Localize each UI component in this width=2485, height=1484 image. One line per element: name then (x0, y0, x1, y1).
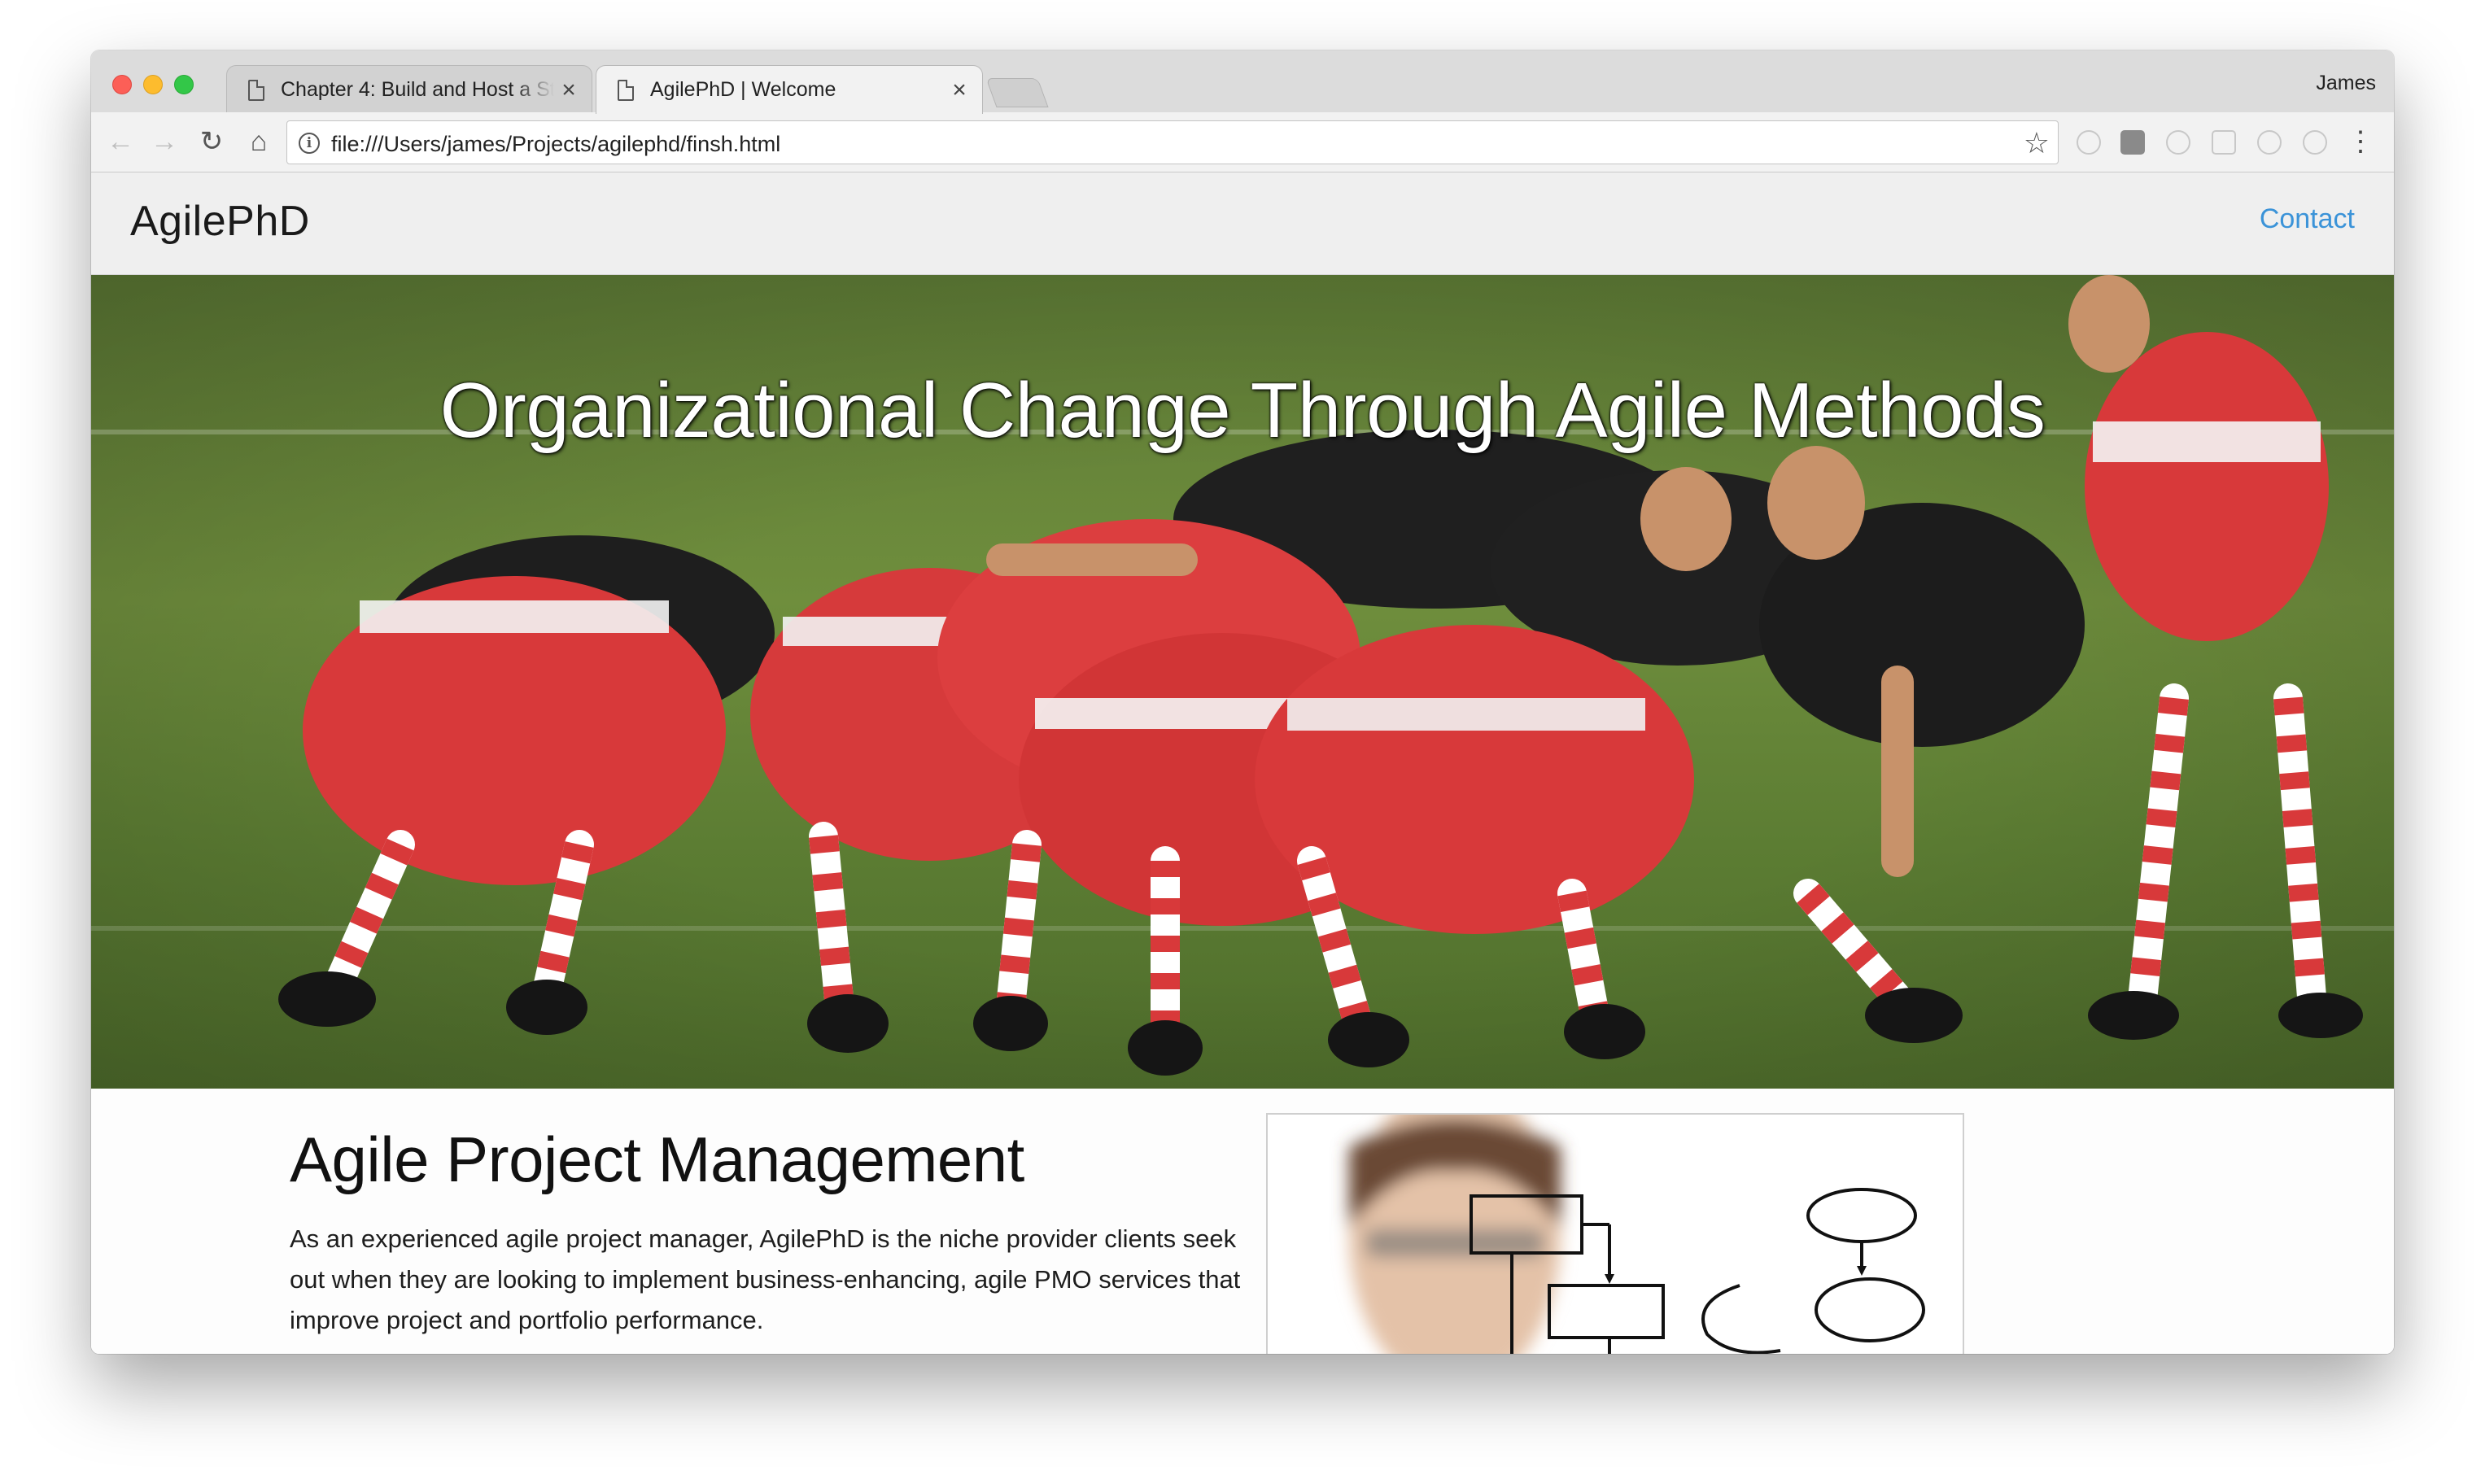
web-page: AgilePhD Contact Organizational Change T… (91, 172, 2394, 1354)
page-icon (618, 79, 634, 101)
page-icon (248, 79, 264, 101)
address-bar[interactable]: i file:///Users/james/Projects/agilephd/… (286, 120, 2059, 164)
flowchart-photo (1266, 1113, 1964, 1354)
site-navbar: AgilePhD Contact (91, 172, 2394, 275)
info-icon[interactable]: i (299, 133, 320, 154)
content-section: Agile Project Management As an experienc… (91, 1089, 2394, 1354)
zoom-window-button[interactable] (174, 75, 194, 94)
tab-chapter-4[interactable]: Chapter 4: Build and Host a St × (226, 65, 592, 114)
extension-icon[interactable] (2212, 130, 2236, 155)
bookmark-star-icon[interactable]: ☆ (2024, 126, 2050, 160)
extension-icon[interactable] (2077, 130, 2101, 155)
tab-close-icon[interactable]: × (554, 76, 583, 104)
home-icon[interactable]: ⌂ (241, 124, 277, 159)
forward-icon[interactable]: → (146, 124, 182, 159)
url-text[interactable]: file:///Users/james/Projects/agilephd/fi… (331, 132, 780, 157)
extension-icon[interactable] (2166, 130, 2190, 155)
tab-title: Chapter 4: Build and Host a St (281, 78, 554, 101)
minimize-window-button[interactable] (143, 75, 163, 94)
close-window-button[interactable] (112, 75, 132, 94)
browser-menu-icon[interactable]: ⋮ (2347, 124, 2374, 159)
nav-contact-link[interactable]: Contact (2260, 203, 2355, 235)
tab-strip: Chapter 4: Build and Host a St × AgilePh… (91, 50, 2394, 114)
extension-icon[interactable] (2303, 130, 2327, 155)
new-tab-button[interactable] (985, 78, 1049, 107)
section-body: As an experienced agile project manager,… (290, 1224, 1241, 1334)
tab-agilephd-welcome[interactable]: AgilePhD | Welcome × (596, 65, 983, 114)
back-icon[interactable]: ← (103, 124, 138, 159)
browser-toolbar: ← → ↻ ⌂ i file:///Users/james/Projects/a… (91, 112, 2394, 172)
profile-name[interactable]: James (2316, 72, 2376, 95)
tab-close-icon[interactable]: × (945, 76, 974, 104)
reload-icon[interactable]: ↻ (194, 124, 229, 159)
extension-icon[interactable] (2257, 130, 2282, 155)
extension-icon[interactable] (2120, 130, 2145, 155)
section-heading: Agile Project Management (290, 1124, 1024, 1195)
tab-title: AgilePhD | Welcome (650, 78, 836, 101)
flowchart-illustration (1349, 1115, 1925, 1354)
hero-title: Organizational Change Through Agile Meth… (439, 367, 2046, 454)
browser-window: Chapter 4: Build and Host a St × AgilePh… (91, 50, 2394, 1354)
site-brand[interactable]: AgilePhD (130, 197, 310, 246)
hero-banner: Organizational Change Through Agile Meth… (91, 275, 2394, 1089)
